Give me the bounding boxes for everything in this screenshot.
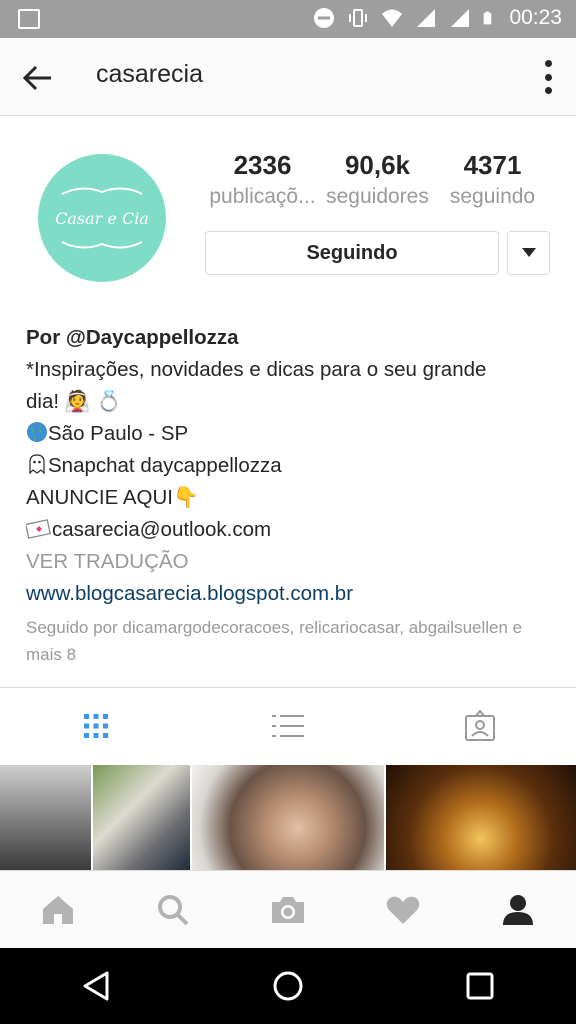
nav-home[interactable] xyxy=(0,871,115,948)
image-icon xyxy=(18,9,40,29)
tab-grid[interactable] xyxy=(0,688,192,764)
home-circle-icon[interactable] xyxy=(272,970,304,1002)
tab-tagged[interactable] xyxy=(384,688,576,764)
stat-label: seguidores xyxy=(326,185,429,208)
post-thumbnail[interactable] xyxy=(386,765,576,870)
stat-followers[interactable]: 90,6k seguidores xyxy=(320,150,435,209)
stat-following[interactable]: 4371 seguindo xyxy=(435,150,550,209)
bio-email[interactable]: casarecia@outlook.com xyxy=(52,518,271,541)
signal-icon xyxy=(451,9,470,27)
globe-icon xyxy=(27,422,47,442)
do-not-disturb-icon xyxy=(314,8,335,28)
profile-username-title: casarecia xyxy=(96,60,203,88)
stat-value: 2336 xyxy=(233,150,292,180)
caret-down-icon xyxy=(521,248,536,257)
nav-camera[interactable] xyxy=(230,871,345,948)
profile-stats: 2336 publicaçõ... 90,6k seguidores 4371 … xyxy=(205,150,550,209)
heart-icon xyxy=(386,896,420,924)
profile-icon xyxy=(503,894,534,925)
battery-icon xyxy=(484,11,492,25)
more-vertical-icon[interactable] xyxy=(542,60,554,94)
vibrate-icon xyxy=(349,9,368,27)
home-icon xyxy=(42,895,73,924)
ghost-icon xyxy=(29,454,45,475)
bio-name: Por @Daycappellozza xyxy=(26,326,239,349)
camera-icon xyxy=(272,896,304,923)
nav-search[interactable] xyxy=(115,871,230,948)
stat-value: 90,6k xyxy=(344,150,411,180)
stat-value: 4371 xyxy=(463,150,522,180)
post-thumbnail[interactable] xyxy=(192,765,384,870)
bio-line: dia! 👰 💍 xyxy=(26,390,122,413)
status-time: 00:23 xyxy=(509,6,562,29)
post-thumbnail[interactable] xyxy=(0,765,91,870)
nav-profile[interactable] xyxy=(461,871,576,948)
avatar[interactable]: Casar e Cia xyxy=(38,154,166,282)
post-grid xyxy=(0,765,576,870)
recents-square-icon[interactable] xyxy=(465,971,495,1001)
avatar-text: Casar e Cia xyxy=(55,209,149,228)
following-button[interactable]: Seguindo xyxy=(205,231,499,275)
profile-bio: Por @Daycappellozza *Inspirações, novida… xyxy=(26,322,556,668)
signal-icon xyxy=(417,9,436,27)
bio-line-snapchat: Snapchat daycappellozza xyxy=(26,450,556,482)
stat-label: publicaçõ... xyxy=(209,185,316,208)
tab-list[interactable] xyxy=(192,688,384,764)
see-translation-link[interactable]: VER TRADUÇÃO xyxy=(26,546,556,578)
bio-snapchat: Snapchat daycappellozza xyxy=(48,454,282,477)
arrow-back-icon[interactable] xyxy=(20,60,56,96)
app-bar: casarecia xyxy=(0,38,576,116)
suggestions-dropdown-button[interactable] xyxy=(507,231,550,275)
system-navigation-bar xyxy=(0,948,576,1024)
bio-line-email: casarecia@outlook.com xyxy=(26,514,556,546)
profile-view-tabs xyxy=(0,688,576,764)
followed-by-text[interactable]: Seguido por dicamargodecoracoes, relicar… xyxy=(26,614,556,668)
nav-activity[interactable] xyxy=(346,871,461,948)
search-icon xyxy=(157,894,189,925)
bio-location: São Paulo - SP xyxy=(48,422,189,445)
bio-line: ANUNCIE AQUI👇 xyxy=(26,486,199,509)
bottom-navigation xyxy=(0,870,576,948)
envelope-icon xyxy=(26,519,51,539)
grid-icon xyxy=(84,714,108,738)
tagged-icon xyxy=(465,710,495,741)
status-bar: 00:23 xyxy=(0,0,576,38)
wifi-icon xyxy=(382,9,403,27)
stat-label: seguindo xyxy=(449,185,536,208)
bio-line-location: São Paulo - SP xyxy=(26,418,556,450)
back-triangle-icon[interactable] xyxy=(81,970,111,1002)
post-thumbnail[interactable] xyxy=(93,765,190,870)
stat-posts[interactable]: 2336 publicaçõ... xyxy=(205,150,320,209)
bio-line: *Inspirações, novidades e dicas para o s… xyxy=(26,358,487,381)
avatar-logo: Casar e Cia xyxy=(55,187,149,249)
list-icon xyxy=(272,715,304,737)
website-link[interactable]: www.blogcasarecia.blogspot.com.br xyxy=(26,578,556,610)
